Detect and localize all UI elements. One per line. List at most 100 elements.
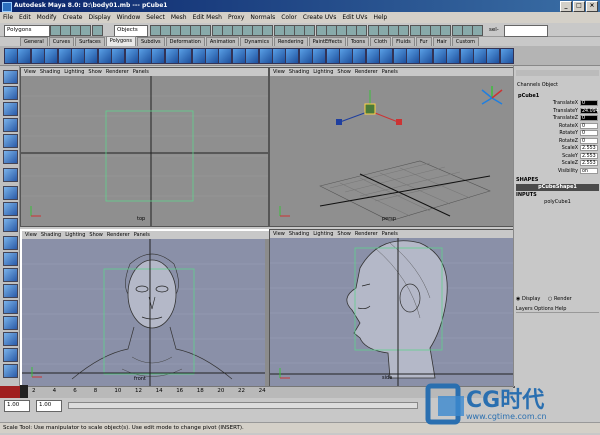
status-line-icon[interactable] <box>304 25 315 36</box>
menu-file[interactable]: File <box>3 14 13 21</box>
shelf-tool-icon[interactable] <box>312 48 327 64</box>
viewport-menu-view[interactable]: View <box>24 69 36 75</box>
shelf-tool-icon[interactable] <box>17 48 32 64</box>
viewport-menu-show[interactable]: Show <box>337 231 351 237</box>
menu-edit-uvs[interactable]: Edit UVs <box>342 14 367 21</box>
tool-icon[interactable] <box>3 150 18 164</box>
viewport-menu-renderer[interactable]: Renderer <box>355 231 378 237</box>
object-menu[interactable]: Object <box>542 82 558 88</box>
shelf-tab-fluids[interactable]: Fluids <box>392 37 415 46</box>
shelf-tab-surfaces[interactable]: Surfaces <box>75 37 105 46</box>
tool-icon[interactable] <box>3 268 18 282</box>
tool-icon[interactable] <box>3 186 18 200</box>
shelf-tool-icon[interactable] <box>325 48 340 64</box>
shelf-tool-icon[interactable] <box>57 48 72 64</box>
channel-value-field[interactable]: 2.553 <box>580 145 598 151</box>
menu-edit[interactable]: Edit <box>19 14 31 21</box>
minimize-button[interactable]: _ <box>560 1 572 12</box>
shelf-tool-icon[interactable] <box>432 48 447 64</box>
shelf-tool-icon[interactable] <box>30 48 45 64</box>
channel-row[interactable]: Visibility on <box>514 167 600 175</box>
shelf-tab-subdivs[interactable]: Subdivs <box>137 37 165 46</box>
viewport-top[interactable]: View Shading Lighting Show Renderer Panels to… <box>20 67 269 227</box>
viewport-menu-shading[interactable]: Shading <box>41 232 61 238</box>
shelf-tool-icon[interactable] <box>285 48 300 64</box>
tool-icon[interactable] <box>3 102 18 116</box>
viewport-menu-panels[interactable]: Panels <box>134 232 150 238</box>
menu-mesh[interactable]: Mesh <box>171 14 187 21</box>
shelf-tab-rendering[interactable]: Rendering <box>274 37 308 46</box>
shelf-tool-icon[interactable] <box>365 48 380 64</box>
shelf-tool-icon[interactable] <box>84 48 99 64</box>
tool-icon[interactable] <box>3 316 18 330</box>
shelf-tool-icon[interactable] <box>151 48 166 64</box>
shelf-tab-painteffects[interactable]: PaintEffects <box>308 37 346 46</box>
cube-object[interactable] <box>364 103 376 115</box>
shelf-tool-icon[interactable] <box>392 48 407 64</box>
tool-icon[interactable] <box>3 218 18 232</box>
maximize-button[interactable]: □ <box>573 1 585 12</box>
shelf-tool-icon[interactable] <box>191 48 206 64</box>
shelf-tool-icon[interactable] <box>205 48 219 64</box>
shelf-tool-icon[interactable] <box>245 48 260 64</box>
shelf-tab-curves[interactable]: Curves <box>48 37 75 46</box>
viewport-menu-shading[interactable]: Shading <box>40 69 60 75</box>
viewport-menu-renderer[interactable]: Renderer <box>355 69 378 75</box>
viewport-menu-lighting[interactable]: Lighting <box>313 69 333 75</box>
shelf-tool-icon[interactable] <box>499 48 514 64</box>
shelf-tool-icon[interactable] <box>178 48 193 64</box>
menu-modify[interactable]: Modify <box>37 14 57 21</box>
channel-value-field[interactable]: 0 <box>580 100 598 106</box>
channel-row[interactable]: TranslateY 24.094 <box>514 107 600 115</box>
shelf-tool-icon[interactable] <box>473 48 487 64</box>
channel-row[interactable]: ScaleY 2.553 <box>514 152 600 160</box>
tool-icon[interactable] <box>3 348 18 362</box>
shelf-tool-icon[interactable] <box>459 48 474 64</box>
viewport-menu-show[interactable]: Show <box>337 69 351 75</box>
status-line-icon[interactable] <box>440 25 451 36</box>
shelf-tab-animation[interactable]: Animation <box>205 37 240 46</box>
shelf-tool-icon[interactable] <box>352 48 367 64</box>
viewport-menu-shading[interactable]: Shading <box>289 231 309 237</box>
tool-icon[interactable] <box>3 300 18 314</box>
status-line-icon[interactable] <box>92 25 103 36</box>
shelf-tab-deformation[interactable]: Deformation <box>165 37 205 46</box>
channel-row[interactable]: TranslateX 0 <box>514 100 600 107</box>
input-node[interactable]: polyCube1 <box>516 199 599 206</box>
shelf-tool-icon[interactable] <box>124 48 139 64</box>
viewport-menu-panels[interactable]: Panels <box>133 69 149 75</box>
shelf-tool-icon[interactable] <box>164 48 179 64</box>
tool-icon[interactable] <box>3 202 18 216</box>
shelf-tab-toons[interactable]: Toons <box>346 37 370 46</box>
viewport-menu-view[interactable]: View <box>25 232 37 238</box>
channel-row[interactable]: RotateX 0 <box>514 122 600 130</box>
status-line-icon[interactable] <box>262 25 273 36</box>
shelf-tool-icon[interactable] <box>111 48 126 64</box>
channel-value-field[interactable]: 0 <box>580 130 598 136</box>
shelf-tab-cloth[interactable]: Cloth <box>370 37 392 46</box>
tool-icon[interactable] <box>3 364 18 378</box>
options-menu[interactable]: Options <box>534 306 553 312</box>
shape-node[interactable]: pCubeShape1 <box>516 184 599 191</box>
viewport-menu-show[interactable]: Show <box>89 232 103 238</box>
viewport-menu-show[interactable]: Show <box>88 69 102 75</box>
status-line-icon[interactable] <box>80 25 91 36</box>
menu-create[interactable]: Create <box>63 14 83 21</box>
shelf-tab-hair[interactable]: Hair <box>432 37 451 46</box>
viewport-menu-view[interactable]: View <box>273 69 285 75</box>
shelf-tool-icon[interactable] <box>138 48 152 64</box>
shelf-tab-polygons[interactable]: Polygons <box>105 36 136 46</box>
shelf-tool-icon[interactable] <box>44 48 59 64</box>
display-radio[interactable]: ◉ Display <box>516 296 540 302</box>
shelf-tool-icon[interactable] <box>272 48 286 64</box>
shelf-tab-dynamics[interactable]: Dynamics <box>240 37 274 46</box>
start-time-field[interactable]: 1.00 <box>4 400 30 412</box>
shelf-tool-icon[interactable] <box>339 48 353 64</box>
menu-normals[interactable]: Normals <box>250 14 275 21</box>
viewport-menu-lighting[interactable]: Lighting <box>313 231 333 237</box>
current-time-marker[interactable] <box>20 385 28 399</box>
playback-start-field[interactable]: 1.00 <box>36 400 62 412</box>
viewport-menu-lighting[interactable]: Lighting <box>65 232 85 238</box>
layers-menu[interactable]: Layers <box>516 306 533 312</box>
shelf-tab-fur[interactable]: Fur <box>415 37 432 46</box>
